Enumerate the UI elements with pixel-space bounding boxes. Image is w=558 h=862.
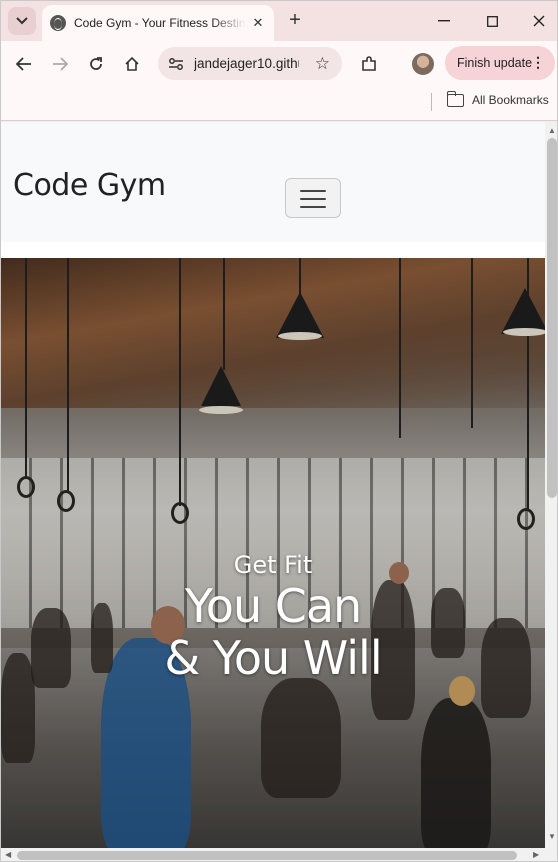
all-bookmarks-label: All Bookmarks	[472, 93, 549, 107]
plus-icon[interactable]: +	[284, 9, 306, 31]
browser-window: Code Gym - Your Fitness Destination ✕ +	[0, 0, 558, 862]
hero-line-3: & You Will	[164, 631, 382, 685]
hamburger-icon	[300, 206, 326, 208]
avatar[interactable]	[412, 53, 434, 75]
horizontal-scrollbar[interactable]: ◀ ▶	[1, 848, 557, 861]
forward-arrow-icon[interactable]	[47, 51, 73, 77]
finish-update-button[interactable]: Finish update ⋮	[445, 46, 555, 80]
close-icon[interactable]: ✕	[250, 15, 266, 31]
hero-line-2: You Can	[184, 579, 362, 633]
toolbar: jandejager10.github.io ☆ Finish update ⋮	[1, 41, 557, 86]
site-brand[interactable]: Code Gym	[13, 168, 166, 203]
url-text: jandejager10.github.io	[194, 56, 299, 71]
puzzle-icon[interactable]	[356, 51, 382, 77]
more-vert-icon[interactable]: ⋮	[531, 54, 545, 71]
vertical-scroll-thumb[interactable]	[547, 138, 557, 498]
hamburger-icon	[300, 190, 326, 192]
tune-icon[interactable]	[168, 56, 184, 72]
bookmarks-separator	[431, 93, 432, 111]
tab-active[interactable]: Code Gym - Your Fitness Destination ✕	[42, 5, 274, 41]
vertical-scrollbar[interactable]: ▲ ▼	[545, 122, 557, 848]
all-bookmarks-button[interactable]: All Bookmarks	[446, 90, 549, 107]
chevron-down-icon[interactable]	[8, 7, 36, 35]
scroll-down-icon[interactable]: ▼	[548, 832, 556, 841]
reload-icon[interactable]	[83, 51, 109, 77]
bookmarks-bar: All Bookmarks	[1, 86, 557, 121]
globe-icon	[50, 15, 66, 31]
scroll-right-icon[interactable]: ▶	[533, 850, 539, 859]
back-arrow-icon[interactable]	[11, 51, 37, 77]
finish-update-label: Finish update	[457, 56, 533, 70]
menu-toggle-button[interactable]	[285, 178, 341, 218]
scroll-up-icon[interactable]: ▲	[548, 126, 556, 135]
hero-heading: Get Fit You Can & You Will	[1, 550, 545, 684]
tab-strip: Code Gym - Your Fitness Destination ✕ +	[1, 1, 557, 41]
maximize-icon[interactable]	[480, 9, 504, 33]
horizontal-scroll-thumb[interactable]	[17, 851, 517, 860]
folder-icon	[446, 90, 464, 107]
hamburger-icon	[300, 198, 326, 200]
hero-banner: Get Fit You Can & You Will	[1, 258, 545, 848]
home-icon[interactable]	[119, 51, 145, 77]
scroll-left-icon[interactable]: ◀	[5, 850, 11, 859]
minimize-icon[interactable]	[432, 9, 456, 33]
address-bar[interactable]: jandejager10.github.io ☆	[158, 47, 342, 80]
page-viewport: Code Gym Get Fit You Can & You Will	[1, 122, 545, 848]
site-navbar: Code Gym	[1, 122, 545, 242]
hero-line-1: Get Fit	[233, 551, 313, 579]
star-icon[interactable]: ☆	[315, 54, 330, 74]
tab-title: Code Gym - Your Fitness Destination	[74, 16, 246, 30]
close-window-icon[interactable]	[527, 9, 551, 33]
